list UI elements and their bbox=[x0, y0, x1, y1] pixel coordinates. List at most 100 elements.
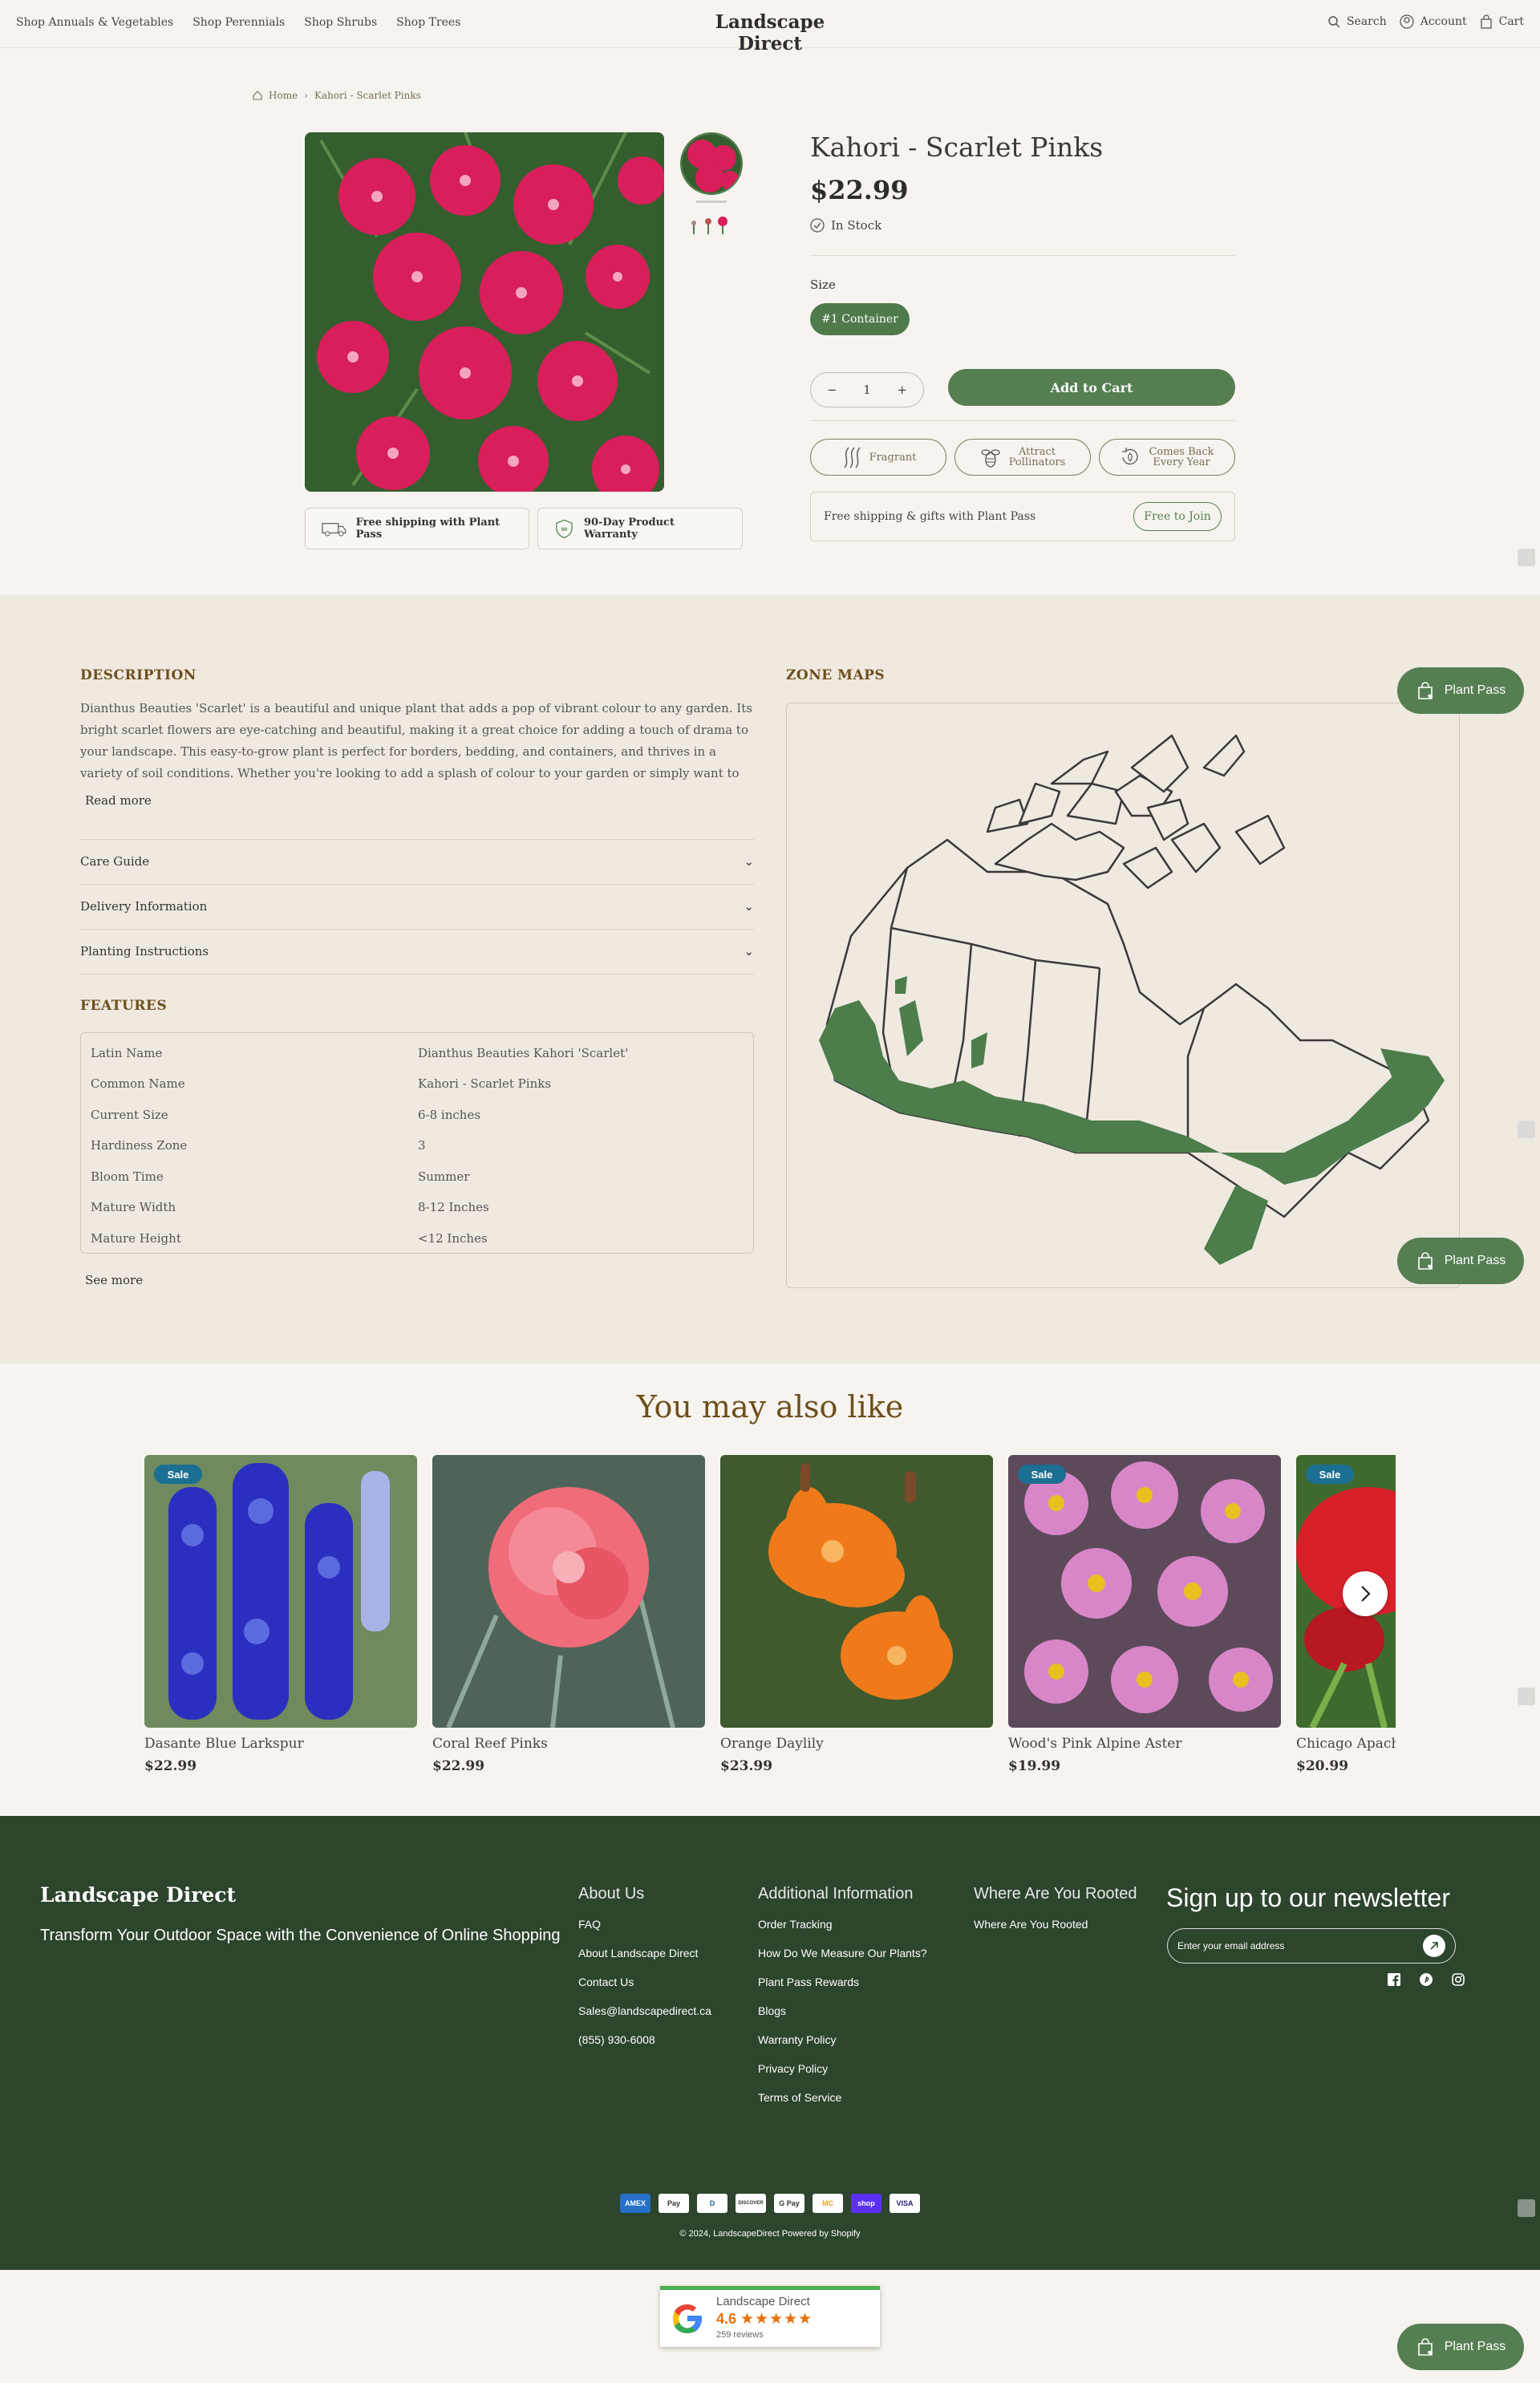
product-card-name[interactable]: Chicago Apache bbox=[1296, 1736, 1396, 1752]
quantity-decrease-button[interactable]: − bbox=[827, 383, 837, 397]
product-card-image[interactable]: Sale bbox=[1008, 1455, 1281, 1728]
plant-pass-promo: Free shipping & gifts with Plant Pass Fr… bbox=[810, 492, 1235, 541]
footer-link-privacy[interactable]: Privacy Policy bbox=[758, 2062, 927, 2075]
chevron-right-icon: › bbox=[304, 90, 308, 101]
footer-link-email[interactable]: Sales@landscapedirect.ca bbox=[578, 2004, 711, 2017]
account-link[interactable]: Account bbox=[1400, 14, 1467, 29]
plant-pass-promo-text: Free shipping & gifts with Plant Pass bbox=[824, 510, 1036, 523]
pinterest-icon[interactable] bbox=[1420, 1973, 1433, 1986]
bee-icon bbox=[981, 449, 1000, 468]
newsletter-email-input[interactable]: Enter your email address bbox=[1167, 1928, 1456, 1964]
chevron-down-icon: ⌄ bbox=[744, 944, 754, 958]
shop-pay-icon: shop bbox=[851, 2194, 881, 2213]
table-row: Mature Width 8-12 Inches bbox=[91, 1192, 732, 1222]
accordion-delivery-information[interactable]: Delivery Information ⌄ bbox=[80, 884, 754, 929]
feature-value: 3 bbox=[418, 1138, 426, 1153]
instagram-icon[interactable] bbox=[1452, 1973, 1465, 1986]
product-card-image[interactable] bbox=[720, 1455, 993, 1728]
plant-pass-floating-button[interactable]: Plant Pass bbox=[1397, 2324, 1524, 2370]
product-card[interactable]: Orange Daylily $23.99 bbox=[720, 1455, 993, 1774]
size-option-1-container[interactable]: #1 Container bbox=[810, 303, 910, 335]
feature-value: 8-12 Inches bbox=[418, 1200, 489, 1214]
site-header: Shop Annuals & Vegetables Shop Perennial… bbox=[0, 0, 1540, 55]
footer-logo[interactable]: Landscape Direct bbox=[40, 1883, 236, 1907]
email-placeholder: Enter your email address bbox=[1177, 1940, 1285, 1951]
features-table[interactable]: Latin Name Dianthus Beauties Kahori 'Scar… bbox=[80, 1032, 754, 1254]
footer-link-warranty[interactable]: Warranty Policy bbox=[758, 2033, 927, 2046]
google-reviews-badge[interactable]: Landscape Direct 4.6 ★★★★★ 259 reviews bbox=[660, 2286, 880, 2347]
accordion-planting-instructions[interactable]: Planting Instructions ⌄ bbox=[80, 929, 754, 974]
footer-link-order-tracking[interactable]: Order Tracking bbox=[758, 1918, 927, 1931]
regrow-icon bbox=[1122, 448, 1139, 465]
feature-value: Dianthus Beauties Kahori 'Scarlet' bbox=[418, 1046, 629, 1060]
thumbnail-1[interactable] bbox=[680, 132, 743, 195]
footer-link-about[interactable]: About Landscape Direct bbox=[578, 1947, 711, 1959]
product-card-name[interactable]: Dasante Blue Larkspur bbox=[144, 1736, 417, 1752]
fragrance-wave-icon bbox=[843, 447, 861, 468]
nav-perennials[interactable]: Shop Perennials bbox=[192, 16, 285, 29]
footer-link-contact[interactable]: Contact Us bbox=[578, 1976, 711, 1988]
see-more-button[interactable]: See more bbox=[85, 1273, 143, 1287]
payment-methods: AMEX Pay D DISCOVER G Pay MC shop VISA bbox=[620, 2194, 920, 2213]
size-label: Size bbox=[810, 278, 836, 292]
footer-link-measure[interactable]: How Do We Measure Our Plants? bbox=[758, 1947, 927, 1959]
accordion-care-guide[interactable]: Care Guide ⌄ bbox=[80, 839, 754, 884]
product-card-name[interactable]: Wood's Pink Alpine Aster bbox=[1008, 1736, 1281, 1752]
quantity-value[interactable]: 1 bbox=[863, 383, 871, 397]
warranty-pill[interactable]: 90 90-Day Product Warranty bbox=[537, 508, 743, 549]
mail-icon[interactable] bbox=[1518, 2199, 1535, 2217]
free-to-join-button[interactable]: Free to Join bbox=[1133, 502, 1222, 531]
breadcrumb-home[interactable]: Home bbox=[269, 90, 298, 101]
plant-pass-floating-button[interactable]: Plant Pass bbox=[1397, 667, 1524, 714]
mail-icon[interactable] bbox=[1518, 1688, 1535, 1705]
newsletter-submit-button[interactable] bbox=[1423, 1935, 1445, 1957]
facebook-icon[interactable] bbox=[1388, 1973, 1400, 1986]
nav-shrubs[interactable]: Shop Shrubs bbox=[304, 16, 377, 29]
feature-value: <12 Inches bbox=[418, 1231, 488, 1246]
add-to-cart-button[interactable]: Add to Cart bbox=[948, 369, 1235, 406]
free-shipping-pill[interactable]: Free shipping with Plant Pass bbox=[305, 508, 529, 549]
footer-link-faq[interactable]: FAQ bbox=[578, 1918, 711, 1931]
arrow-icon bbox=[1430, 1942, 1438, 1950]
feature-key: Bloom Time bbox=[91, 1169, 164, 1184]
search-link[interactable]: Search bbox=[1327, 15, 1387, 28]
product-card[interactable]: Sale Wood's Pink Alpine Aster $19.99 bbox=[1008, 1455, 1281, 1774]
google-review-count: 259 reviews bbox=[716, 2330, 764, 2340]
header-actions: Search Account Cart bbox=[1327, 14, 1524, 29]
plant-pass-label: Plant Pass bbox=[1444, 1254, 1506, 1267]
cart-link[interactable]: Cart bbox=[1480, 14, 1524, 29]
thumbnail-2[interactable] bbox=[686, 215, 742, 237]
accordion-planting-label: Planting Instructions bbox=[80, 944, 209, 958]
table-row: Current Size 6-8 inches bbox=[91, 1100, 732, 1130]
nav-trees[interactable]: Shop Trees bbox=[396, 16, 460, 29]
diners-club-icon: D bbox=[697, 2194, 727, 2213]
product-card-name[interactable]: Coral Reef Pinks bbox=[432, 1736, 705, 1752]
product-main-image[interactable] bbox=[305, 132, 664, 492]
footer-link-plant-pass[interactable]: Plant Pass Rewards bbox=[758, 1976, 927, 1988]
product-card[interactable]: Sale Dasante Blue Larkspur $22.99 bbox=[144, 1455, 417, 1774]
footer-link-blogs[interactable]: Blogs bbox=[758, 2004, 927, 2017]
product-card[interactable]: Sale Chicago Apache $20.99 bbox=[1296, 1455, 1396, 1774]
cart-label: Cart bbox=[1498, 15, 1524, 28]
nav-annuals[interactable]: Shop Annuals & Vegetables bbox=[16, 16, 173, 29]
plant-pass-label: Plant Pass bbox=[1444, 683, 1506, 697]
site-logo[interactable]: Landscape Direct bbox=[690, 11, 850, 55]
footer-link-phone[interactable]: (855) 930-6008 bbox=[578, 2033, 711, 2046]
google-business-name: Landscape Direct bbox=[716, 2295, 810, 2308]
product-card[interactable]: Coral Reef Pinks $22.99 bbox=[432, 1455, 705, 1774]
product-card-image[interactable] bbox=[432, 1455, 705, 1728]
table-row: Hardiness Zone 3 bbox=[91, 1130, 732, 1161]
footer-link-rooted[interactable]: Where Are You Rooted bbox=[974, 1918, 1137, 1931]
footer-link-terms[interactable]: Terms of Service bbox=[758, 2091, 927, 2104]
mail-icon[interactable] bbox=[1518, 1121, 1535, 1138]
accordion-delivery-label: Delivery Information bbox=[80, 899, 208, 914]
quantity-increase-button[interactable]: + bbox=[897, 383, 907, 397]
accordion-care-guide-label: Care Guide bbox=[80, 854, 150, 869]
plant-pass-floating-button[interactable]: Plant Pass bbox=[1397, 1238, 1524, 1284]
product-card-image[interactable]: Sale bbox=[144, 1455, 417, 1728]
mail-icon[interactable] bbox=[1518, 549, 1535, 566]
read-more-button[interactable]: Read more bbox=[85, 793, 152, 808]
description-text: Dianthus Beauties 'Scarlet' is a beautif… bbox=[80, 701, 753, 780]
product-card-name[interactable]: Orange Daylily bbox=[720, 1736, 993, 1752]
carousel-next-button[interactable] bbox=[1343, 1571, 1388, 1616]
